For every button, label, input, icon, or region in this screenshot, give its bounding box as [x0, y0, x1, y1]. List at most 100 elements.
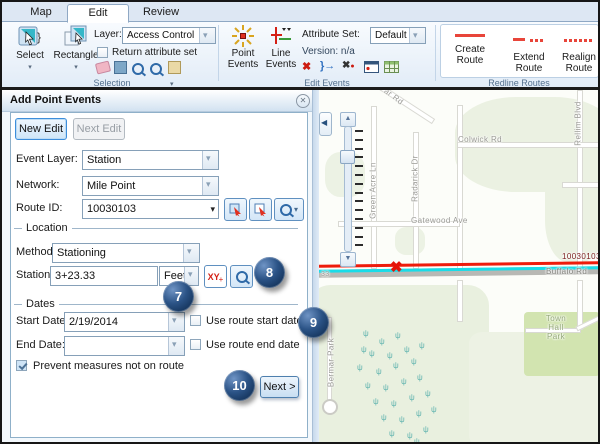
street-label-gatewood: Gatewood Ave: [411, 216, 468, 225]
group-divider: [218, 25, 219, 81]
layer-combobox[interactable]: Access Control: [122, 27, 216, 44]
marsh-tuft: ψ: [407, 432, 413, 440]
marsh-tuft: ψ: [425, 390, 431, 398]
line-events-icon: [269, 24, 293, 48]
route-id-label: Route ID:: [16, 202, 62, 214]
delete-event-icon[interactable]: ✖: [302, 60, 311, 73]
tab-map[interactable]: Map: [16, 4, 66, 20]
tab-edit[interactable]: Edit: [67, 4, 129, 23]
search-icon: [280, 204, 292, 216]
event-layer-value: Station: [87, 154, 121, 166]
event-layer-label: Event Layer:: [16, 153, 78, 165]
next-edit-button[interactable]: Next Edit: [73, 118, 125, 140]
select-route-on-map-button[interactable]: [224, 198, 247, 221]
marsh-tuft: ψ: [414, 438, 420, 442]
network-combobox[interactable]: Mile Point: [82, 176, 219, 196]
event-layer-dropdown-arrow[interactable]: [202, 151, 218, 169]
tab-review[interactable]: Review: [133, 4, 189, 20]
new-edit-button[interactable]: New Edit: [15, 118, 67, 140]
start-date-combobox[interactable]: 2/19/2014: [64, 312, 185, 332]
station-input[interactable]: 3+23.33: [50, 266, 158, 286]
end-date-combobox[interactable]: [64, 336, 185, 356]
zoom-out-button[interactable]: ▼: [340, 252, 356, 267]
point-events-button[interactable]: Point Events: [224, 24, 262, 70]
prevent-measures-checkbox[interactable]: [16, 360, 27, 371]
create-route-button[interactable]: Create Route: [444, 34, 496, 66]
rectangle-dropdown-arrow[interactable]: [74, 61, 78, 72]
event-table-icon[interactable]: [384, 61, 399, 73]
end-date-label: End Date:: [16, 339, 65, 351]
select-dropdown-arrow[interactable]: [28, 61, 32, 72]
route-search-button[interactable]: ▾: [274, 198, 304, 221]
select-icon: }: [17, 24, 43, 50]
attribute-set-dropdown-arrow[interactable]: [409, 28, 425, 43]
marsh-tuft: ψ: [363, 330, 369, 338]
attribute-set-combobox[interactable]: Default: [370, 27, 426, 44]
street-label-rellim: Rellim Blvd: [574, 101, 583, 147]
prevent-measures-label: Prevent measures not on route: [33, 360, 184, 372]
attribute-set-label: Attribute Set:: [302, 29, 360, 40]
slider-tick: [355, 244, 363, 246]
split-event-icon[interactable]: ✖●: [342, 60, 355, 71]
select-all-icon[interactable]: [114, 61, 127, 74]
marsh-tuft: ψ: [393, 362, 399, 370]
event-window-icon[interactable]: [364, 61, 379, 73]
end-date-dropdown-arrow[interactable]: [168, 337, 184, 355]
method-label: Method:: [16, 246, 56, 258]
select-tool-button[interactable]: } Select: [8, 24, 52, 72]
marsh-tuft: ψ: [395, 332, 401, 340]
select-route-alternate-button[interactable]: [249, 198, 272, 221]
dates-section-label: Dates: [26, 298, 55, 310]
realign-route-icon: [564, 34, 594, 45]
panel-header: Add Point Events: [2, 90, 314, 112]
attribute-set-value: Default: [375, 30, 407, 41]
station-label: Station:: [16, 269, 53, 281]
create-route-label: Create Route: [444, 44, 496, 66]
slider-tick: [355, 227, 363, 229]
return-attribute-set-checkbox[interactable]: [97, 47, 108, 58]
clear-selection-icon[interactable]: [95, 60, 111, 74]
marsh-tuft: ψ: [404, 346, 410, 354]
marsh-tuft: ψ: [379, 338, 385, 346]
slider-tick: [355, 130, 363, 132]
station-search-button[interactable]: [230, 265, 253, 288]
next-button[interactable]: Next >: [260, 376, 299, 398]
realign-route-button[interactable]: Realign Route: [560, 34, 598, 74]
xy-coordinates-button[interactable]: XY +: [204, 265, 227, 288]
start-date-dropdown-arrow[interactable]: [168, 313, 184, 331]
zoom-in-button[interactable]: ▲: [340, 112, 356, 127]
network-dropdown-arrow[interactable]: [202, 177, 218, 195]
rectangle-tool-button[interactable]: Rectangle: [52, 24, 100, 72]
extend-route-button[interactable]: Extend Route: [502, 34, 556, 74]
rectangle-label: Rectangle: [53, 50, 98, 61]
collapse-panel-tab[interactable]: [319, 112, 332, 136]
route-id-combobox[interactable]: 10030103: [82, 199, 219, 219]
layer-dropdown-arrow[interactable]: [199, 28, 215, 43]
point-event-x-marker: [390, 258, 403, 276]
method-combobox[interactable]: Stationing: [52, 243, 200, 263]
slider-tick: [355, 218, 363, 220]
merge-events-icon[interactable]: }→: [320, 60, 335, 72]
rectangle-icon: [63, 24, 89, 50]
map-vegetation-patch: [545, 152, 598, 262]
start-date-label: Start Date:: [16, 315, 69, 327]
street-label-buffalo: Buffalo Rd: [546, 267, 587, 276]
close-icon[interactable]: [296, 94, 310, 108]
slider-tick: [355, 183, 363, 185]
zoom-slider-handle[interactable]: [340, 150, 355, 164]
use-route-end-date-checkbox[interactable]: [190, 339, 201, 350]
line-events-button[interactable]: Line Events: [262, 24, 300, 70]
park-label: TownHallPark: [535, 314, 577, 341]
marsh-tuft: ψ: [383, 384, 389, 392]
select-route-alt-icon: [254, 203, 268, 217]
zoom-slider-track[interactable]: [344, 126, 352, 252]
event-layer-combobox[interactable]: Station: [82, 150, 219, 170]
use-route-start-date-checkbox[interactable]: [190, 315, 201, 326]
method-dropdown-arrow[interactable]: [183, 244, 199, 262]
marsh-tuft: ψ: [411, 358, 417, 366]
method-value: Stationing: [57, 247, 106, 259]
route-search-dropdown-arrow[interactable]: ▾: [294, 205, 298, 214]
route-id-value: 10030103: [87, 203, 136, 215]
map-canvas[interactable]: ar Rd Colwick Rd Rellim Blvd Green Acre …: [319, 90, 598, 442]
line-events-label: Line Events: [263, 48, 299, 70]
